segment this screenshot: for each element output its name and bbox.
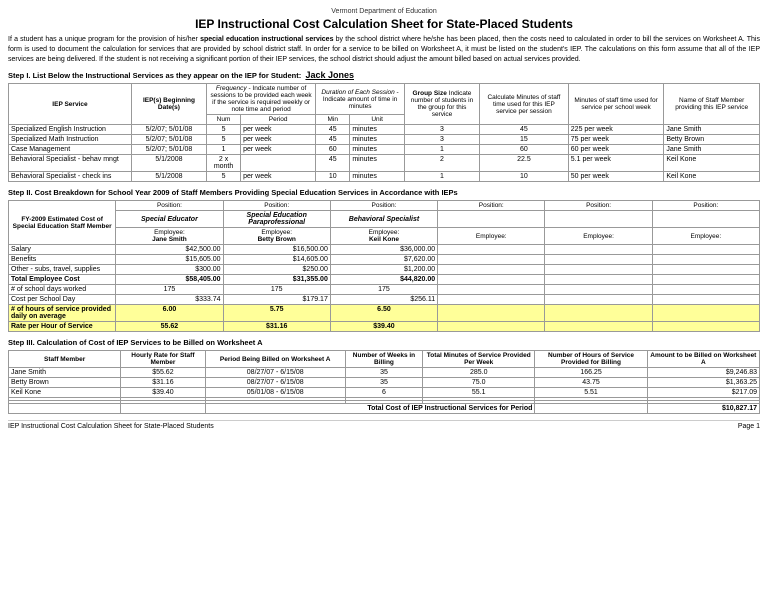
total-employee-cost-row: Total Employee Cost $58,405.00 $31,355.0… xyxy=(9,275,760,285)
table-row: Cost per School Day $333.74 $179.17 $256… xyxy=(9,295,760,305)
step2-table: FY-2009 Estimated Cost of Special Educat… xyxy=(8,200,760,332)
rate-per-hour-row: Rate per Hour of Service 55.62 $31.16 $3… xyxy=(9,322,760,332)
table-row: Keil Kone $39.40 05/01/08 - 6/15/08 6 55… xyxy=(9,388,760,398)
table-row: Behavioral Specialist - behav mngt 5/1/2… xyxy=(9,155,760,172)
table-row: Betty Brown $31.16 08/27/07 - 6/15/08 35… xyxy=(9,378,760,388)
table-row: Other - subs, travel, supplies $300.00 $… xyxy=(9,265,760,275)
footer-right: Page 1 xyxy=(738,423,760,430)
page-title: IEP Instructional Cost Calculation Sheet… xyxy=(8,17,760,31)
table-row: Jane Smith $55.62 08/27/07 - 6/15/08 35 … xyxy=(9,368,760,378)
student-name: Jack Jones xyxy=(305,70,354,80)
table-row: Salary $42,500.00 $16,500.00 $36,000.00 xyxy=(9,245,760,255)
table-row: Case Management 5/2/07; 5/01/08 1 per we… xyxy=(9,145,760,155)
step1-header: Step I. List Below the Instructional Ser… xyxy=(8,70,760,80)
iep-service: Specialized English Instruction xyxy=(9,125,132,135)
hours-daily-row: # of hours of service provided daily on … xyxy=(9,305,760,322)
step3-header: Step III. Calculation of Cost of IEP Ser… xyxy=(8,338,760,347)
table-row: Specialized Math Instruction 5/2/07; 5/0… xyxy=(9,135,760,145)
step3-table: Staff Member Hourly Rate for Staff Membe… xyxy=(8,350,760,414)
table-row: # of school days worked 175 175 175 xyxy=(9,285,760,295)
step1-table: IEP Service IEP(s) Beginning Date(s) Fre… xyxy=(8,83,760,182)
table-row: Specialized English Instruction 5/2/07; … xyxy=(9,125,760,135)
footer-left: IEP Instructional Cost Calculation Sheet… xyxy=(8,423,214,430)
table-row: Total Cost of IEP Instructional Services… xyxy=(9,404,760,414)
step2-header: Step II. Cost Breakdown for School Year … xyxy=(8,188,760,197)
table-row: Behavioral Specialist - check ins 5/1/20… xyxy=(9,172,760,182)
table-row: Benefits $15,605.00 $14,605.00 $7,620.00 xyxy=(9,255,760,265)
intro-paragraph: If a student has a unique program for th… xyxy=(8,35,760,64)
dept-label: Vermont Department of Education xyxy=(8,8,760,15)
